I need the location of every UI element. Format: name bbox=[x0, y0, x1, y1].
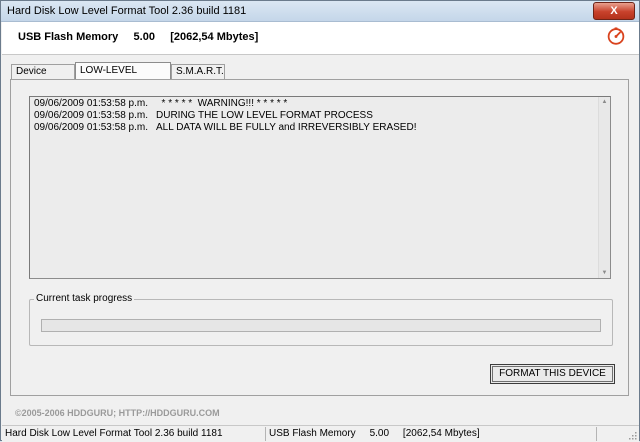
close-icon: X bbox=[610, 5, 618, 17]
copyright-text: ©2005-2006 HDDGURU; HTTP://HDDGURU.COM bbox=[15, 408, 220, 418]
tab-device-details[interactable]: Device details bbox=[11, 64, 75, 91]
tab-smart-label: S.M.A.R.T. bbox=[176, 66, 224, 77]
log-message: DURING THE LOW LEVEL FORMAT PROCESS bbox=[156, 110, 373, 121]
format-this-device-button[interactable]: FORMAT THIS DEVICE bbox=[490, 364, 615, 384]
scroll-down-arrow-icon[interactable]: ▼ bbox=[599, 268, 610, 278]
window-title: Hard Disk Low Level Format Tool 2.36 bui… bbox=[7, 5, 247, 17]
log-message: * * * * * WARNING!!! * * * * * bbox=[156, 98, 288, 109]
log-line: 09/06/2009 01:53:58 p.m. ALL DATA WILL BE… bbox=[34, 122, 596, 134]
tab-smart[interactable]: S.M.A.R.T. bbox=[171, 64, 225, 79]
device-size: [2062,54 Mbytes] bbox=[170, 31, 259, 43]
log-message: ALL DATA WILL BE FULLY and IRREVERSIBLY … bbox=[156, 122, 417, 133]
task-progress-bar bbox=[41, 319, 601, 332]
log-scrollbar[interactable]: ▲ ▼ bbox=[598, 97, 610, 278]
status-device-info: USB Flash Memory 5.00 [2062,54 Mbytes] bbox=[265, 427, 595, 441]
device-summary: USB Flash Memory 5.00 [2062,54 Mbytes] bbox=[18, 31, 258, 43]
log-line: 09/06/2009 01:53:58 p.m. DURING THE LOW L… bbox=[34, 110, 596, 122]
title-bar[interactable]: Hard Disk Low Level Format Tool 2.36 bui… bbox=[1, 1, 639, 22]
close-button[interactable]: X bbox=[593, 2, 635, 20]
device-name: USB Flash Memory bbox=[18, 31, 119, 43]
hddguru-logo-icon bbox=[607, 27, 625, 45]
resize-grip-icon[interactable] bbox=[628, 431, 637, 440]
log-listbox[interactable]: 09/06/2009 01:53:58 p.m. * * * * * WARNI… bbox=[29, 96, 611, 279]
device-header: USB Flash Memory 5.00 [2062,54 Mbytes] bbox=[2, 22, 639, 55]
current-task-progress-group: Current task progress bbox=[29, 293, 613, 346]
status-bar: Hard Disk Low Level Format Tool 2.36 bui… bbox=[2, 425, 639, 442]
device-version: 5.00 bbox=[133, 31, 155, 43]
log-timestamp: 09/06/2009 01:53:58 p.m. bbox=[34, 110, 148, 121]
app-window: Hard Disk Low Level Format Tool 2.36 bui… bbox=[0, 0, 640, 442]
progress-group-label: Current task progress bbox=[34, 293, 135, 304]
log-timestamp: 09/06/2009 01:53:58 p.m. bbox=[34, 122, 148, 133]
log-line: 09/06/2009 01:53:58 p.m. * * * * * WARNI… bbox=[34, 98, 596, 110]
log-timestamp: 09/06/2009 01:53:58 p.m. bbox=[34, 98, 148, 109]
low-level-format-panel: 09/06/2009 01:53:58 p.m. * * * * * WARNI… bbox=[10, 79, 629, 396]
scroll-up-arrow-icon[interactable]: ▲ bbox=[599, 97, 610, 107]
tab-low-level-format[interactable]: LOW-LEVEL FORMAT bbox=[75, 62, 171, 92]
status-app-name: Hard Disk Low Level Format Tool 2.36 bui… bbox=[5, 428, 223, 439]
log-lines: 09/06/2009 01:53:58 p.m. * * * * * WARNI… bbox=[34, 98, 596, 134]
